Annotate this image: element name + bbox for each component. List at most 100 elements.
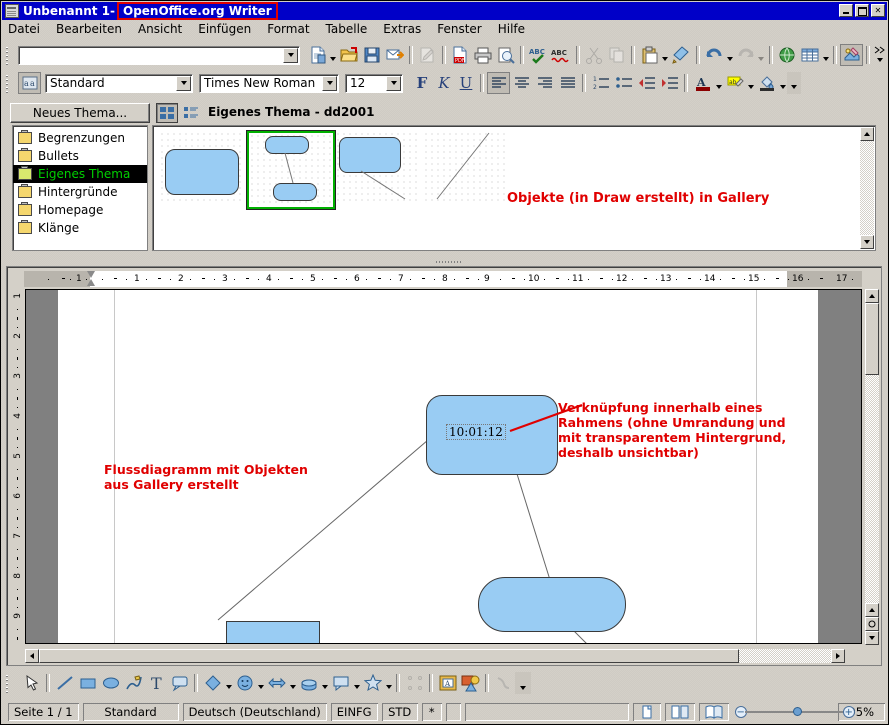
status-page[interactable]: Seite 1 / 1 xyxy=(8,703,79,721)
status-language[interactable]: Deutsch (Deutschland) xyxy=(183,703,327,721)
chevron-down-icon[interactable] xyxy=(322,75,337,91)
new-document-dropdown-icon[interactable] xyxy=(329,44,338,66)
print-file-icon[interactable] xyxy=(472,44,495,66)
gallery-document-splitter[interactable] xyxy=(6,258,882,266)
status-page-style[interactable]: Standard xyxy=(83,703,179,721)
scrollbar-thumb[interactable] xyxy=(39,649,739,663)
select-icon[interactable] xyxy=(20,672,43,694)
toolbar-grip[interactable] xyxy=(5,73,12,93)
align-left-icon[interactable] xyxy=(487,72,510,94)
background-color-icon[interactable] xyxy=(755,72,778,94)
gallery-theme-eigenes-thema[interactable]: Eigenes Thema xyxy=(13,165,147,183)
gallery-object-diagonal-line[interactable] xyxy=(423,131,507,205)
minimize-button[interactable] xyxy=(839,4,853,17)
italic-button[interactable]: K xyxy=(433,72,455,94)
horizontal-ruler[interactable]: 1 1 2 3 4 5 6 7 8 9 10 11 12 13 14 15 16… xyxy=(24,271,862,287)
copy-icon[interactable] xyxy=(605,44,628,66)
more-buttons-icon[interactable] xyxy=(873,44,887,66)
toolbar-grip[interactable] xyxy=(5,673,12,693)
chevron-down-icon[interactable] xyxy=(386,75,401,91)
gallery-vertical-scrollbar[interactable] xyxy=(860,127,874,249)
document-canvas[interactable]: 10:01:12 Flussdiagramm mit Objekten aus … xyxy=(25,289,862,644)
gallery-theme-bullets[interactable]: Bullets xyxy=(13,147,147,165)
scrollbar-track[interactable] xyxy=(865,303,879,603)
menu-item-format[interactable]: Format xyxy=(267,22,309,36)
gallery-object-area[interactable]: Objekte (in Draw erstellt) in Gallery xyxy=(152,125,876,251)
underline-button[interactable]: U xyxy=(455,72,477,94)
gallery-object-rect-with-connector[interactable] xyxy=(335,131,419,205)
close-button[interactable]: ✕ xyxy=(871,4,885,17)
font-size-combobox[interactable]: 12 xyxy=(345,73,403,93)
edit-file-icon[interactable] xyxy=(416,44,439,66)
increase-indent-icon[interactable] xyxy=(658,72,681,94)
menu-item-hilfe[interactable]: Hilfe xyxy=(498,22,525,36)
icon-view-icon[interactable] xyxy=(156,103,178,123)
document-horizontal-scrollbar[interactable] xyxy=(25,649,845,663)
highlighting-dropdown-icon[interactable] xyxy=(746,72,755,94)
menu-item-tabelle[interactable]: Tabelle xyxy=(326,22,368,36)
scrollbar-thumb[interactable] xyxy=(865,303,879,375)
stars-icon[interactable] xyxy=(361,672,384,694)
text-icon[interactable]: T xyxy=(145,672,168,694)
gallery-icon[interactable] xyxy=(459,672,482,694)
menu-item-ansicht[interactable]: Ansicht xyxy=(138,22,182,36)
gallery-theme-klaenge[interactable]: Klänge xyxy=(13,219,147,237)
callout-shapes-dropdown-icon[interactable] xyxy=(352,672,361,694)
chevron-down-icon[interactable] xyxy=(283,47,299,63)
basic-shapes-dropdown-icon[interactable] xyxy=(224,672,233,694)
paste-dropdown-icon[interactable] xyxy=(661,44,670,66)
spelling-icon[interactable]: ABC xyxy=(527,44,550,66)
scroll-down-button[interactable] xyxy=(860,235,874,249)
gallery-theme-list[interactable]: Begrenzungen Bullets Eigenes Thema Hinte… xyxy=(12,125,148,251)
numbering-icon[interactable]: 1 2 xyxy=(589,72,612,94)
document-vertical-scrollbar[interactable] xyxy=(865,289,879,645)
paragraph-style-combobox[interactable]: Standard xyxy=(45,73,193,93)
vertical-ruler[interactable]: 1 2 3 4 5 6 7 8 9 xyxy=(11,289,25,644)
more-buttons-icon[interactable] xyxy=(787,72,801,94)
decrease-indent-icon[interactable] xyxy=(635,72,658,94)
bullets-icon[interactable] xyxy=(612,72,635,94)
hyperlink-icon[interactable] xyxy=(776,44,799,66)
menu-item-einfuegen[interactable]: Einfügen xyxy=(198,22,251,36)
callout-shapes-icon[interactable] xyxy=(329,672,352,694)
more-icon[interactable] xyxy=(515,672,531,694)
scrollbar-track[interactable] xyxy=(39,649,831,663)
gallery-theme-hintergruende[interactable]: Hintergründe xyxy=(13,183,147,201)
redo-dropdown-icon[interactable] xyxy=(757,44,766,66)
symbol-shapes-dropdown-icon[interactable] xyxy=(256,672,265,694)
basic-shapes-icon[interactable] xyxy=(201,672,224,694)
styles-and-formatting-icon[interactable]: a a xyxy=(18,72,41,94)
paste-icon[interactable] xyxy=(638,44,661,66)
menu-item-bearbeiten[interactable]: Bearbeiten xyxy=(56,22,122,36)
autospellcheck-icon[interactable]: ABC xyxy=(550,44,573,66)
open-document-icon[interactable] xyxy=(338,44,361,66)
menu-item-extras[interactable]: Extras xyxy=(383,22,421,36)
align-right-icon[interactable] xyxy=(533,72,556,94)
rotate-icon[interactable] xyxy=(403,672,426,694)
toolbar-grip[interactable] xyxy=(5,45,12,65)
single-page-view-icon[interactable] xyxy=(633,703,661,721)
symbol-shapes-icon[interactable] xyxy=(233,672,256,694)
status-signature[interactable] xyxy=(446,703,461,721)
export-pdf-icon[interactable]: PDF xyxy=(449,44,472,66)
gallery-icon[interactable] xyxy=(840,44,864,66)
load-url-combobox[interactable] xyxy=(17,45,301,65)
font-color-dropdown-icon[interactable] xyxy=(714,72,723,94)
scroll-up-button[interactable] xyxy=(865,289,879,303)
highlighting-icon[interactable]: ab xyxy=(723,72,746,94)
freeform-line-icon[interactable] xyxy=(122,672,145,694)
maximize-button[interactable] xyxy=(855,4,869,17)
background-color-dropdown-icon[interactable] xyxy=(778,72,787,94)
zoom-slider[interactable]: − + xyxy=(731,703,855,721)
undo-icon[interactable] xyxy=(703,44,726,66)
save-document-icon[interactable] xyxy=(361,44,384,66)
document-page[interactable]: 10:01:12 Flussdiagramm mit Objekten aus … xyxy=(58,290,818,643)
status-selection-mode[interactable]: STD xyxy=(382,703,418,721)
bold-button[interactable]: F xyxy=(411,72,433,94)
book-view-icon[interactable] xyxy=(699,703,729,721)
scrollbar-track[interactable] xyxy=(860,141,874,235)
new-theme-button[interactable]: Neues Thema... xyxy=(10,103,150,123)
navigation-button[interactable] xyxy=(865,617,879,631)
line-icon[interactable] xyxy=(53,672,76,694)
table-dropdown-icon[interactable] xyxy=(821,44,830,66)
